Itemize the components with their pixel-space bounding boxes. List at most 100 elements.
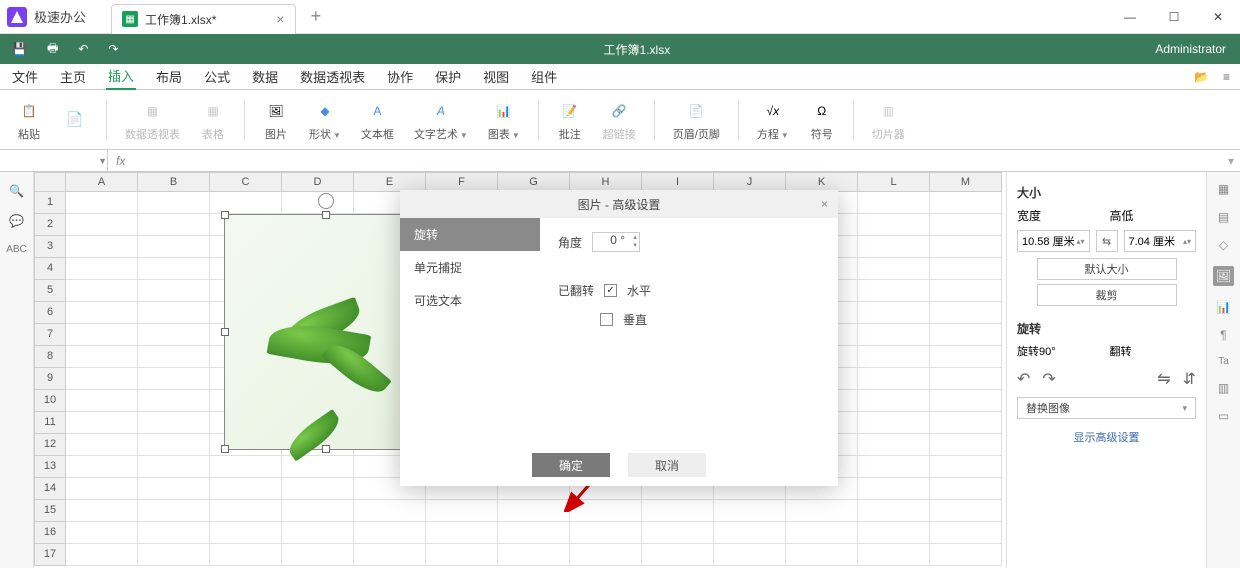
search-icon[interactable]: 🔍 xyxy=(9,184,24,198)
cell[interactable] xyxy=(570,500,642,522)
undo-icon[interactable]: ↶ xyxy=(78,42,88,56)
cell[interactable] xyxy=(66,236,138,258)
column-header[interactable]: J xyxy=(714,172,786,192)
column-header[interactable]: H xyxy=(570,172,642,192)
cell[interactable] xyxy=(858,478,930,500)
image-settings-icon[interactable]: 🖼 xyxy=(1213,266,1234,286)
ribbon-paste[interactable]: 📋 粘贴 xyxy=(10,98,48,142)
cell[interactable] xyxy=(930,412,1002,434)
cell[interactable] xyxy=(858,522,930,544)
ribbon-comment[interactable]: 📝 批注 xyxy=(551,98,589,142)
rotate-left-icon[interactable]: ↶ xyxy=(1017,369,1030,389)
flip-vertical-icon[interactable]: ⇵ xyxy=(1183,369,1196,389)
cell[interactable] xyxy=(930,236,1002,258)
minimize-button[interactable]: — xyxy=(1108,0,1152,34)
cell[interactable] xyxy=(714,544,786,566)
pivot-settings-icon[interactable]: ▥ xyxy=(1218,381,1229,395)
cell[interactable] xyxy=(66,324,138,346)
cell[interactable] xyxy=(858,280,930,302)
height-input[interactable]: 7.04 厘米▴▾ xyxy=(1124,230,1197,252)
spellcheck-icon[interactable]: ABC xyxy=(6,244,27,255)
cell[interactable] xyxy=(66,346,138,368)
menu-collab[interactable]: 协作 xyxy=(385,64,415,89)
fx-icon[interactable]: fx xyxy=(108,154,133,168)
redo-icon[interactable]: ↷ xyxy=(108,42,118,56)
ribbon-clipboard-small[interactable]: 📄 xyxy=(56,107,94,133)
cell[interactable] xyxy=(930,434,1002,456)
inserted-image[interactable] xyxy=(224,214,428,450)
cell[interactable] xyxy=(66,522,138,544)
column-header[interactable]: I xyxy=(642,172,714,192)
horizontal-checkbox[interactable] xyxy=(604,284,617,297)
menu-home[interactable]: 主页 xyxy=(58,64,88,89)
width-input[interactable]: 10.58 厘米▴▾ xyxy=(1017,230,1090,252)
cell[interactable] xyxy=(210,522,282,544)
row-header[interactable]: 4 xyxy=(34,258,66,280)
cell[interactable] xyxy=(570,544,642,566)
cell[interactable] xyxy=(66,544,138,566)
row-header[interactable]: 13 xyxy=(34,456,66,478)
replace-image-button[interactable]: 替换图像▾ xyxy=(1017,397,1196,419)
cell[interactable] xyxy=(930,522,1002,544)
cell[interactable] xyxy=(858,368,930,390)
cell[interactable] xyxy=(138,258,210,280)
row-header[interactable]: 8 xyxy=(34,346,66,368)
cell[interactable] xyxy=(858,412,930,434)
maximize-button[interactable]: ☐ xyxy=(1152,0,1196,34)
column-header[interactable]: E xyxy=(354,172,426,192)
print-icon[interactable]: 🖶 xyxy=(47,39,58,60)
cell[interactable] xyxy=(858,500,930,522)
cell[interactable] xyxy=(426,500,498,522)
cell[interactable] xyxy=(66,456,138,478)
dialog-close-icon[interactable]: × xyxy=(821,197,828,211)
user-label[interactable]: Administrator xyxy=(1155,42,1240,56)
cell[interactable] xyxy=(930,214,1002,236)
menu-layout[interactable]: 布局 xyxy=(154,64,184,89)
document-tab[interactable]: ▦ 工作簿1.xlsx* × xyxy=(111,4,296,34)
cell[interactable] xyxy=(282,500,354,522)
cell[interactable] xyxy=(66,434,138,456)
cell[interactable] xyxy=(138,192,210,214)
menu-insert[interactable]: 插入 xyxy=(106,63,136,90)
cell[interactable] xyxy=(354,500,426,522)
cell[interactable] xyxy=(930,280,1002,302)
ribbon-wordart[interactable]: A 文字艺术▼ xyxy=(408,98,474,142)
cell[interactable] xyxy=(138,390,210,412)
menu-formula[interactable]: 公式 xyxy=(202,64,232,89)
row-header[interactable]: 15 xyxy=(34,500,66,522)
cell[interactable] xyxy=(858,544,930,566)
add-tab-button[interactable]: + xyxy=(311,6,322,27)
cell[interactable] xyxy=(858,258,930,280)
cell[interactable] xyxy=(498,522,570,544)
cell[interactable] xyxy=(426,522,498,544)
menu-file[interactable]: 文件 xyxy=(10,64,40,89)
column-header[interactable]: C xyxy=(210,172,282,192)
menu-pivot[interactable]: 数据透视表 xyxy=(298,64,367,89)
cell[interactable] xyxy=(66,258,138,280)
open-file-icon[interactable]: 📂 xyxy=(1194,70,1209,84)
cell[interactable] xyxy=(858,324,930,346)
cell[interactable] xyxy=(354,544,426,566)
lock-aspect-icon[interactable]: ⇆ xyxy=(1096,230,1118,252)
cell[interactable] xyxy=(66,368,138,390)
save-icon[interactable]: 💾 xyxy=(12,42,27,56)
ribbon-headerfooter[interactable]: 📄 页眉/页脚 xyxy=(667,98,726,142)
cell[interactable] xyxy=(498,500,570,522)
close-window-button[interactable]: ✕ xyxy=(1196,0,1240,34)
cell[interactable] xyxy=(714,500,786,522)
cell[interactable] xyxy=(138,214,210,236)
rotate-right-icon[interactable]: ↷ xyxy=(1042,369,1055,389)
cell[interactable] xyxy=(282,544,354,566)
ribbon-picture[interactable]: 🖼 图片 xyxy=(257,98,295,142)
cell[interactable] xyxy=(66,302,138,324)
textart-settings-icon[interactable]: Ta xyxy=(1218,356,1229,367)
cell[interactable] xyxy=(930,456,1002,478)
menu-view[interactable]: 视图 xyxy=(481,64,511,89)
menu-data[interactable]: 数据 xyxy=(250,64,280,89)
cell[interactable] xyxy=(930,544,1002,566)
cell[interactable] xyxy=(138,368,210,390)
cell[interactable] xyxy=(930,192,1002,214)
vertical-checkbox[interactable] xyxy=(600,313,613,326)
cell[interactable] xyxy=(930,500,1002,522)
row-header[interactable]: 5 xyxy=(34,280,66,302)
